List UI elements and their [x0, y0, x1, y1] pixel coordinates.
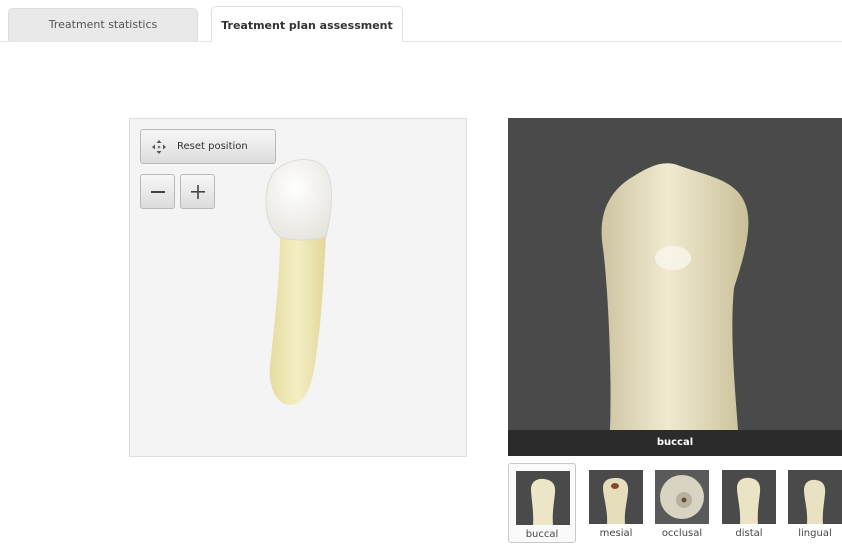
- tab-bar: Treatment statistics Treatment plan asse…: [0, 0, 842, 42]
- thumbnail-caption: lingual: [798, 528, 832, 539]
- minus-icon: [151, 191, 165, 193]
- view-thumbnails: buccal mesial occlusal distal lingual: [508, 463, 842, 543]
- tab-treatment-plan-assessment[interactable]: Treatment plan assessment: [211, 6, 403, 42]
- thumbnail-buccal[interactable]: buccal: [508, 463, 576, 543]
- thumbnail-occlusal[interactable]: occlusal: [648, 463, 716, 543]
- thumbnail-distal[interactable]: distal: [715, 463, 783, 543]
- photo-caption: buccal: [508, 430, 842, 456]
- tooth-photo-main: buccal: [508, 118, 842, 456]
- thumbnail-caption: buccal: [525, 529, 559, 540]
- thumbnail-occlusal-image: [655, 470, 709, 524]
- tab-divider: [0, 41, 842, 42]
- thumbnail-buccal-image: [516, 471, 570, 525]
- thumbnail-lingual-image: [788, 470, 842, 524]
- reset-position-button[interactable]: Reset position: [140, 129, 276, 164]
- 3d-model-viewer[interactable]: Reset position: [129, 118, 467, 457]
- move-arrows-icon: [152, 140, 166, 154]
- thumbnail-caption: mesial: [599, 528, 633, 539]
- tab-treatment-statistics[interactable]: Treatment statistics: [8, 8, 198, 41]
- reset-position-label: Reset position: [177, 141, 248, 152]
- thumbnail-lingual[interactable]: lingual: [781, 463, 842, 543]
- tooth-photo-image: [508, 118, 842, 430]
- thumbnail-caption: distal: [735, 528, 763, 539]
- thumbnail-caption: occlusal: [661, 528, 703, 539]
- zoom-out-button[interactable]: [140, 174, 175, 209]
- zoom-in-button[interactable]: [180, 174, 215, 209]
- thumbnail-mesial-image: [589, 470, 643, 524]
- plus-icon: [191, 185, 205, 199]
- tooth-3d-model[interactable]: [260, 157, 350, 409]
- thumbnail-mesial[interactable]: mesial: [582, 463, 650, 543]
- thumbnail-distal-image: [722, 470, 776, 524]
